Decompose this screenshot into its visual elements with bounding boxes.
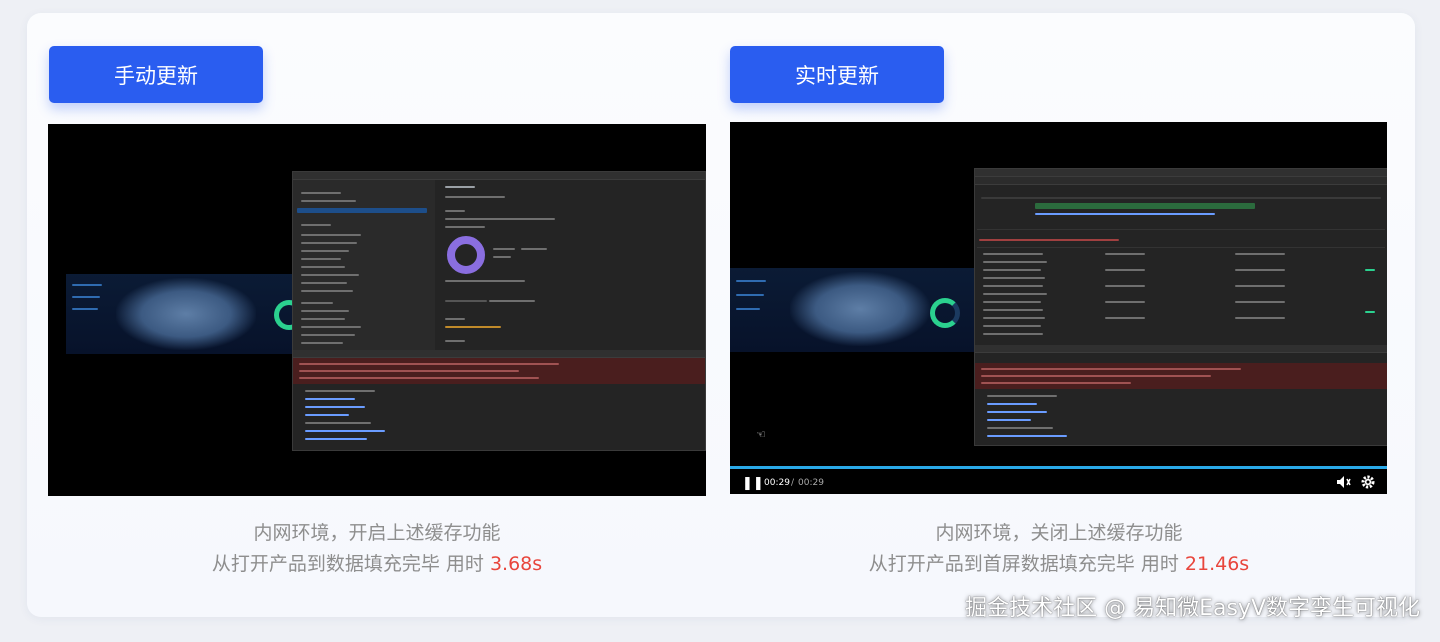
video-progress-bar[interactable] [730,466,1387,469]
dashboard-thumbnail [730,268,978,352]
volume-icon[interactable] [1336,475,1352,489]
mouse-cursor-icon: ☜ [756,428,766,441]
map-graphic [790,272,930,346]
console-error-row [293,358,705,384]
duration: 00:29 [798,478,824,488]
storage-usage-ring [447,236,485,274]
realtime-update-button[interactable]: 实时更新 [730,46,944,103]
caption-line-1: 内网环境，关闭上述缓存功能 [935,522,1183,544]
caption-line-1: 内网环境，开启上述缓存功能 [253,522,501,544]
caption-line-2: 从打开产品到数据填充完毕 用时 3.68s [211,553,543,575]
load-time: 21.46s [1184,553,1250,575]
map-graphic [116,278,256,350]
realtime-update-video[interactable]: ☜ ❚❚ 00:29 / 00:29 [730,122,1387,494]
devtools-panel [292,171,706,451]
realtime-update-caption: 内网环境，关闭上述缓存功能 从打开产品到首屏数据填充完毕 用时 21.46s [730,518,1388,580]
devtools-sidebar [293,180,435,350]
manual-update-caption: 内网环境，开启上述缓存功能 从打开产品到数据填充完毕 用时 3.68s [48,518,706,580]
manual-update-button[interactable]: 手动更新 [49,46,263,103]
time-separator: / [791,478,795,488]
console-error-row [975,363,1387,389]
realtime-update-label: 实时更新 [795,63,879,88]
video-controls: ❚❚ 00:29 / 00:29 [730,474,1387,494]
pause-icon[interactable]: ❚❚ [742,476,764,491]
manual-update-video[interactable] [48,124,706,496]
gear-icon[interactable] [1360,474,1376,490]
manual-update-label: 手动更新 [114,63,198,88]
donut-graphic [930,298,960,328]
load-time: 3.68s [489,553,543,575]
watermark-text: 掘金技术社区 @ 易知微EasyV数字孪生可视化 [965,596,1420,621]
current-time: 00:29 [764,478,790,488]
caption-line-2: 从打开产品到首屏数据填充完毕 用时 21.46s [868,553,1250,575]
devtools-panel [974,168,1387,446]
